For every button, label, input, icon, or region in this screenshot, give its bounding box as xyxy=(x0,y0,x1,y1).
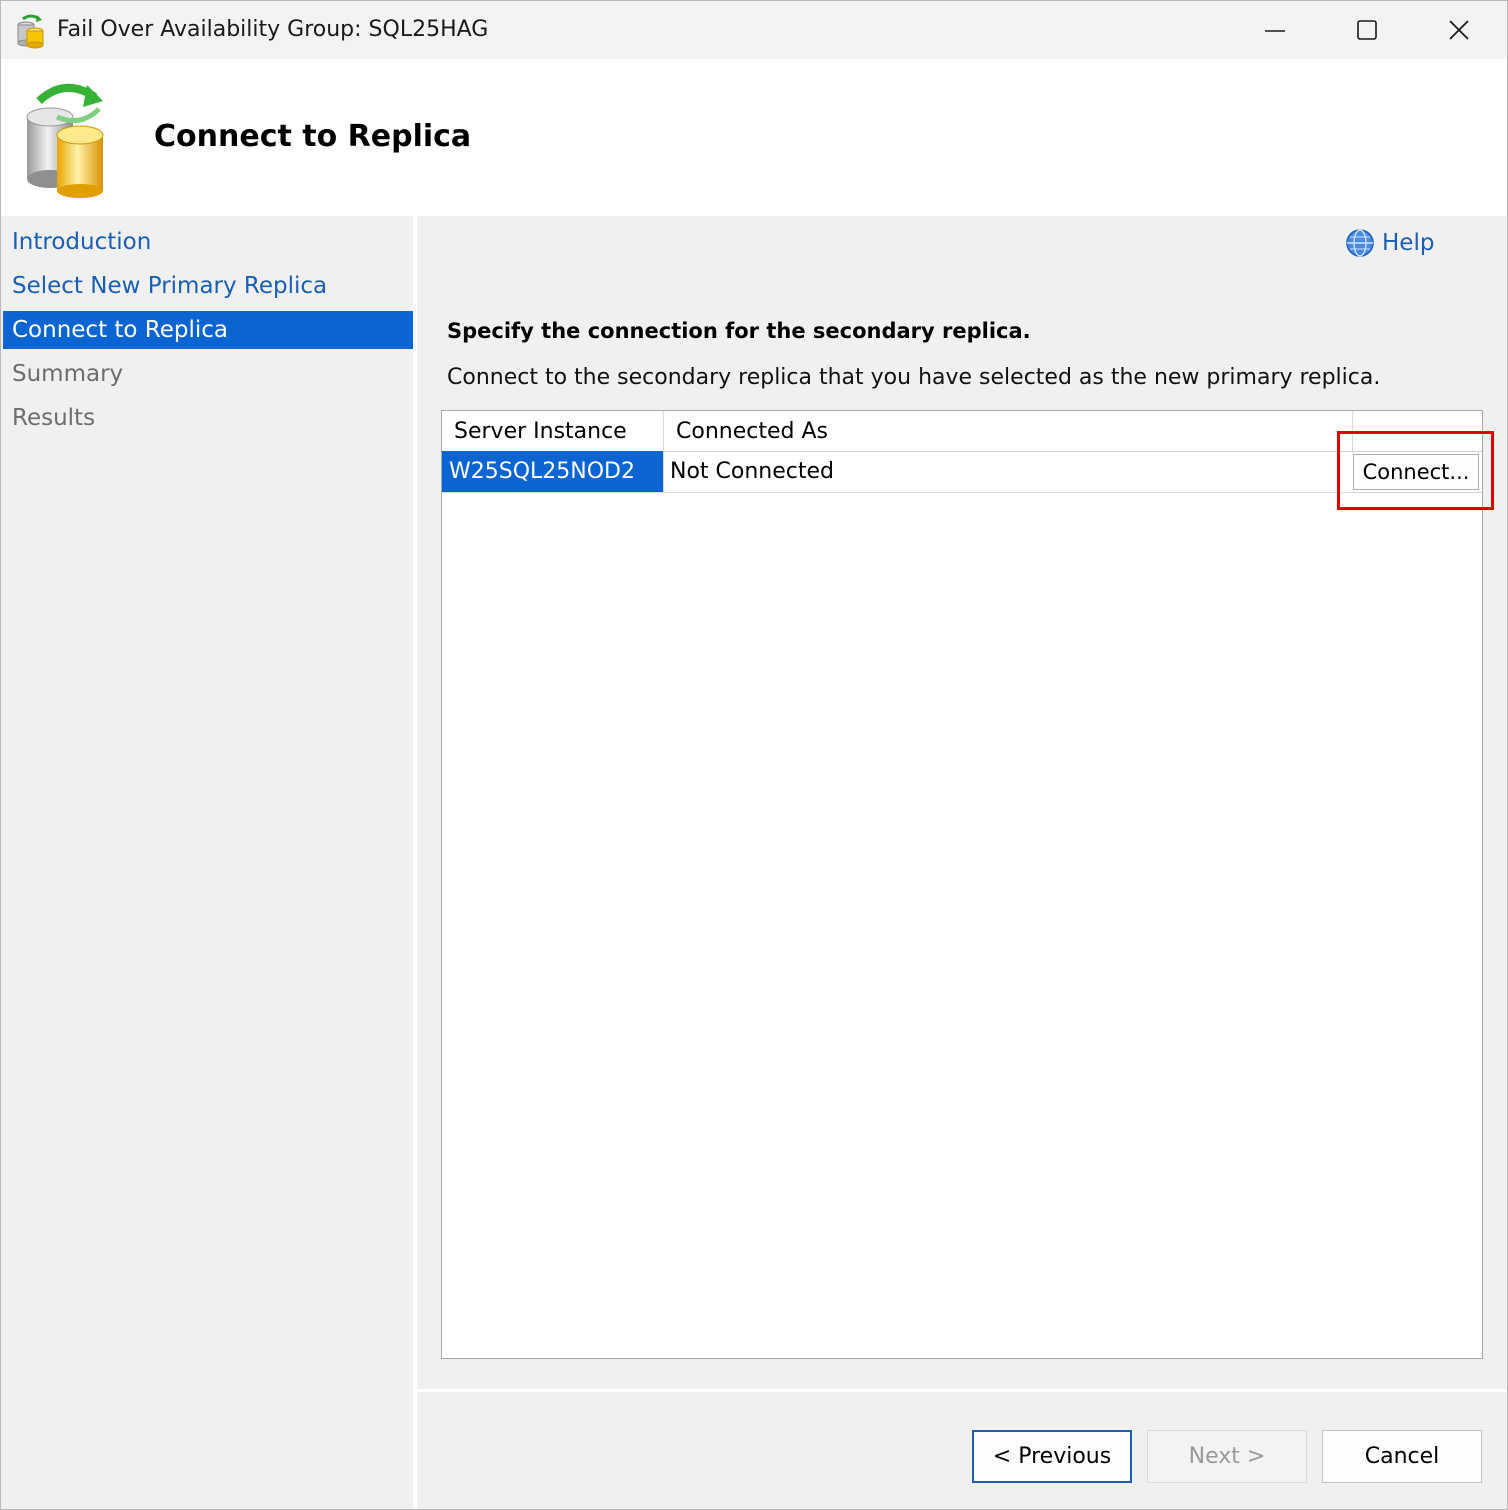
availability-group-icon xyxy=(17,14,44,49)
section-description: Connect to the secondary replica that yo… xyxy=(447,365,1381,390)
nav-item-introduction[interactable]: Introduction xyxy=(3,223,413,261)
maximize-icon xyxy=(1357,20,1377,40)
nav-item-results: Results xyxy=(12,405,96,431)
table-row[interactable]: W25SQL25NOD2 Not Connected Connect... xyxy=(442,451,1482,493)
minimize-icon xyxy=(1265,30,1285,32)
minimize-button[interactable] xyxy=(1229,1,1321,59)
replica-grid: Server Instance Connected As W25SQL25NOD… xyxy=(441,410,1483,1359)
next-button: Next > xyxy=(1147,1430,1307,1483)
title-bar: Fail Over Availability Group: SQL25HAG xyxy=(1,1,1507,59)
nav-item-connect-to-replica[interactable]: Connect to Replica xyxy=(3,311,413,349)
cancel-button[interactable]: Cancel xyxy=(1322,1430,1482,1483)
cell-divider xyxy=(663,451,664,492)
dialog-window: Fail Over Availability Group: SQL25HAG C… xyxy=(0,0,1508,1510)
nav-divider xyxy=(413,216,417,1509)
column-header-server-instance[interactable]: Server Instance xyxy=(442,411,663,451)
window-title: Fail Over Availability Group: SQL25HAG xyxy=(57,17,489,42)
connected-as-cell: Not Connected xyxy=(670,459,835,484)
nav-item-summary: Summary xyxy=(12,361,124,387)
maximize-button[interactable] xyxy=(1321,1,1413,59)
grid-header: Server Instance Connected As xyxy=(442,411,1482,452)
help-label: Help xyxy=(1382,230,1435,256)
server-instance-cell[interactable]: W25SQL25NOD2 xyxy=(442,451,663,492)
page-title: Connect to Replica xyxy=(154,119,472,154)
previous-button[interactable]: < Previous xyxy=(972,1430,1132,1483)
failover-database-icon xyxy=(26,83,104,198)
footer-divider xyxy=(417,1389,1507,1392)
help-link[interactable]: Help xyxy=(1346,227,1434,259)
close-button[interactable] xyxy=(1413,1,1505,59)
nav-item-select-new-primary-replica[interactable]: Select New Primary Replica xyxy=(3,267,413,305)
close-icon xyxy=(1449,20,1469,40)
column-header-connected-as[interactable]: Connected As xyxy=(664,411,1353,451)
annotation-highlight-box xyxy=(1337,431,1494,510)
section-heading: Specify the connection for the secondary… xyxy=(447,319,1031,343)
help-globe-icon xyxy=(1346,229,1374,257)
header-banner: Connect to Replica xyxy=(1,59,1507,216)
